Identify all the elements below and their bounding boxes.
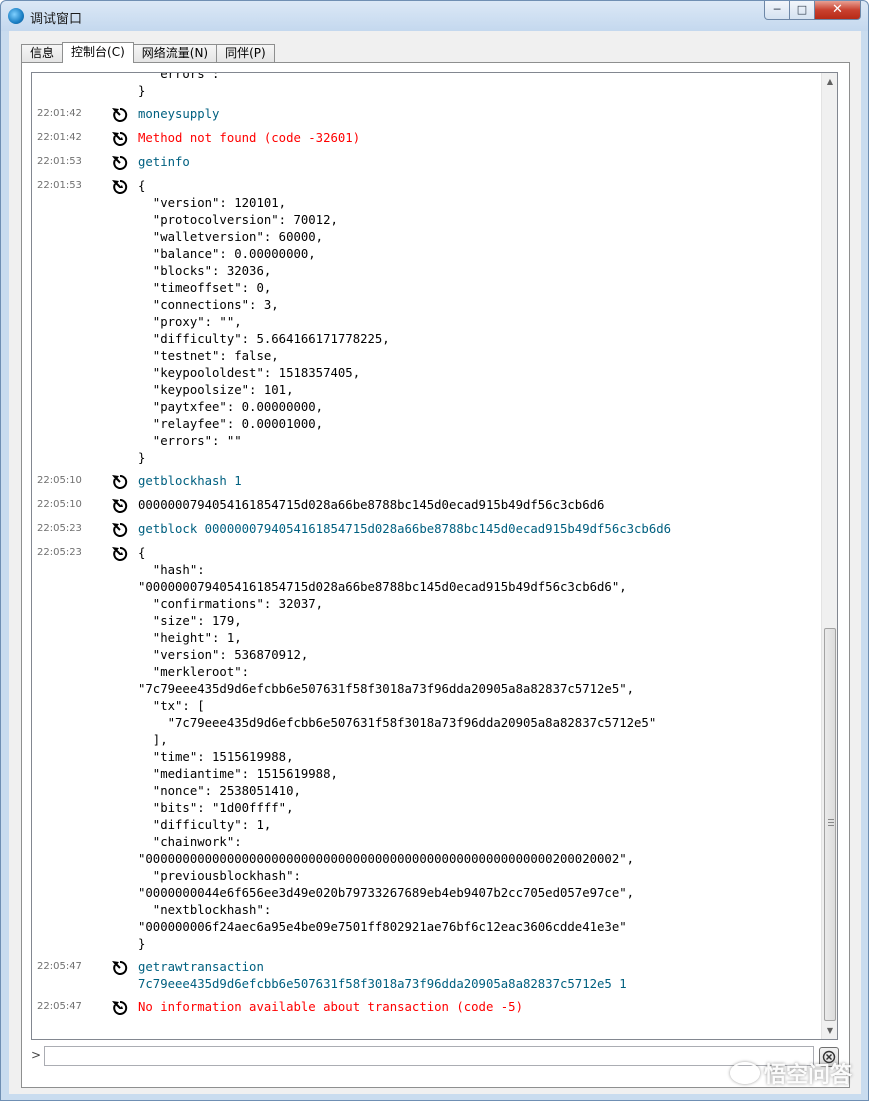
reply-arrow-icon	[102, 497, 138, 515]
entry-timestamp: 22:05:23	[37, 547, 82, 558]
entry-timestamp: 22:01:53	[37, 180, 82, 191]
reply-text: { "hash": "0000000794054161854715d028a66…	[138, 546, 657, 951]
scrollbar-thumb[interactable]	[824, 628, 836, 1021]
console-panel: "errors": "" } 22:01:42 moneysupply 22:01:4…	[21, 62, 850, 1088]
entry-timestamp: 22:01:42	[37, 108, 82, 119]
command-text: moneysupply	[138, 107, 220, 121]
command-arrow-icon	[102, 473, 138, 491]
watermark-logo-icon	[729, 1062, 760, 1084]
command-arrow-icon	[102, 154, 138, 172]
console-entry: 22:05:23 getblock 0000000794054161854715d…	[32, 518, 822, 542]
command-input[interactable]	[44, 1046, 814, 1066]
entry-timestamp: 22:05:23	[37, 523, 82, 534]
entry-icon-slot	[102, 73, 138, 100]
tab-console[interactable]: 控制台(C)	[62, 42, 134, 63]
command-text: getblockhash 1	[138, 474, 242, 488]
reply-text: { "version": 120101, "protocolversion": …	[138, 179, 390, 465]
error-text: No information available about transacti…	[138, 1000, 523, 1014]
tab-network-traffic[interactable]: 网络流量(N)	[132, 44, 218, 63]
tab-peers[interactable]: 同伴(P)	[216, 44, 275, 63]
command-text: getblock 0000000794054161854715d028a66be…	[138, 522, 672, 536]
tab-info[interactable]: 信息	[21, 44, 64, 63]
console-entry: 22:01:53 getinfo	[32, 151, 822, 175]
command-text: getrawtransaction 7c79eee435d9d6efcbb6e5…	[138, 960, 627, 991]
console-entry: 22:05:10 0000000794054161854715d028a66be8…	[32, 494, 822, 518]
tab-bar: 信息 控制台(C) 网络流量(N) 同伴(P)	[21, 42, 275, 63]
entry-timestamp: 22:05:47	[37, 961, 82, 972]
reply-arrow-icon	[102, 999, 138, 1017]
reply-arrow-icon	[102, 178, 138, 467]
console-output[interactable]: "errors": "" } 22:01:42 moneysupply 22:01:4…	[31, 72, 838, 1040]
console-entry: 22:01:42 moneysupply	[32, 103, 822, 127]
grip-icon	[828, 819, 834, 826]
console-entry: 22:05:47 No information available about t…	[32, 996, 822, 1020]
console-entry: 22:01:53 { "version": 120101, "protocolve…	[32, 175, 822, 470]
console-entry: 22:05:10 getblockhash 1	[32, 470, 822, 494]
command-arrow-icon	[102, 521, 138, 539]
entry-timestamp: 22:05:10	[37, 475, 82, 486]
console-entry: 22:01:42 Method not found (code -32601)	[32, 127, 822, 151]
close-button[interactable]: ✕	[815, 1, 861, 20]
window-controls: ─ □ ✕	[764, 1, 861, 21]
debug-window: 调试窗口 ─ □ ✕ 信息 控制台(C) 网络流量(N) 同伴(P) "erro…	[0, 0, 869, 1101]
entry-timestamp: 22:05:47	[37, 1001, 82, 1012]
reply-arrow-icon	[102, 130, 138, 148]
title-bar[interactable]: 调试窗口 ─ □ ✕	[1, 1, 868, 31]
reply-text: "errors": "" }	[138, 72, 242, 98]
console-entry: 22:05:47 getrawtransaction 7c79eee435d9d6…	[32, 956, 822, 996]
reply-arrow-icon	[102, 545, 138, 953]
watermark: 悟空问答	[729, 1060, 852, 1088]
scroll-down-arrow-icon[interactable]: ▼	[822, 1022, 837, 1039]
command-arrow-icon	[102, 106, 138, 124]
console-entry: 22:05:23 { "hash": "000000079405416185471…	[32, 542, 822, 956]
maximize-button[interactable]: □	[790, 1, 815, 20]
bitcoin-swirl-icon	[8, 8, 24, 24]
command-text: getinfo	[138, 155, 190, 169]
console-entry: "errors": "" }	[32, 72, 822, 103]
minimize-button[interactable]: ─	[764, 1, 790, 20]
entry-timestamp: 22:01:53	[37, 156, 82, 167]
console-lines: "errors": "" } 22:01:42 moneysupply 22:01:4…	[32, 72, 822, 1020]
entry-timestamp	[32, 73, 102, 100]
error-text: Method not found (code -32601)	[138, 131, 361, 145]
window-title: 调试窗口	[30, 12, 83, 27]
reply-text: 0000000794054161854715d028a66be8788bc145…	[138, 498, 605, 512]
entry-timestamp: 22:05:10	[37, 499, 82, 510]
vertical-scrollbar[interactable]: ▲ ▼	[821, 73, 837, 1039]
scroll-up-arrow-icon[interactable]: ▲	[822, 73, 837, 90]
watermark-text: 悟空问答	[763, 1063, 852, 1088]
client-area: 信息 控制台(C) 网络流量(N) 同伴(P) "errors": "" } 22…	[9, 31, 861, 1094]
command-arrow-icon	[102, 959, 138, 993]
entry-timestamp: 22:01:42	[37, 132, 82, 143]
prompt-icon: >	[31, 1048, 42, 1062]
